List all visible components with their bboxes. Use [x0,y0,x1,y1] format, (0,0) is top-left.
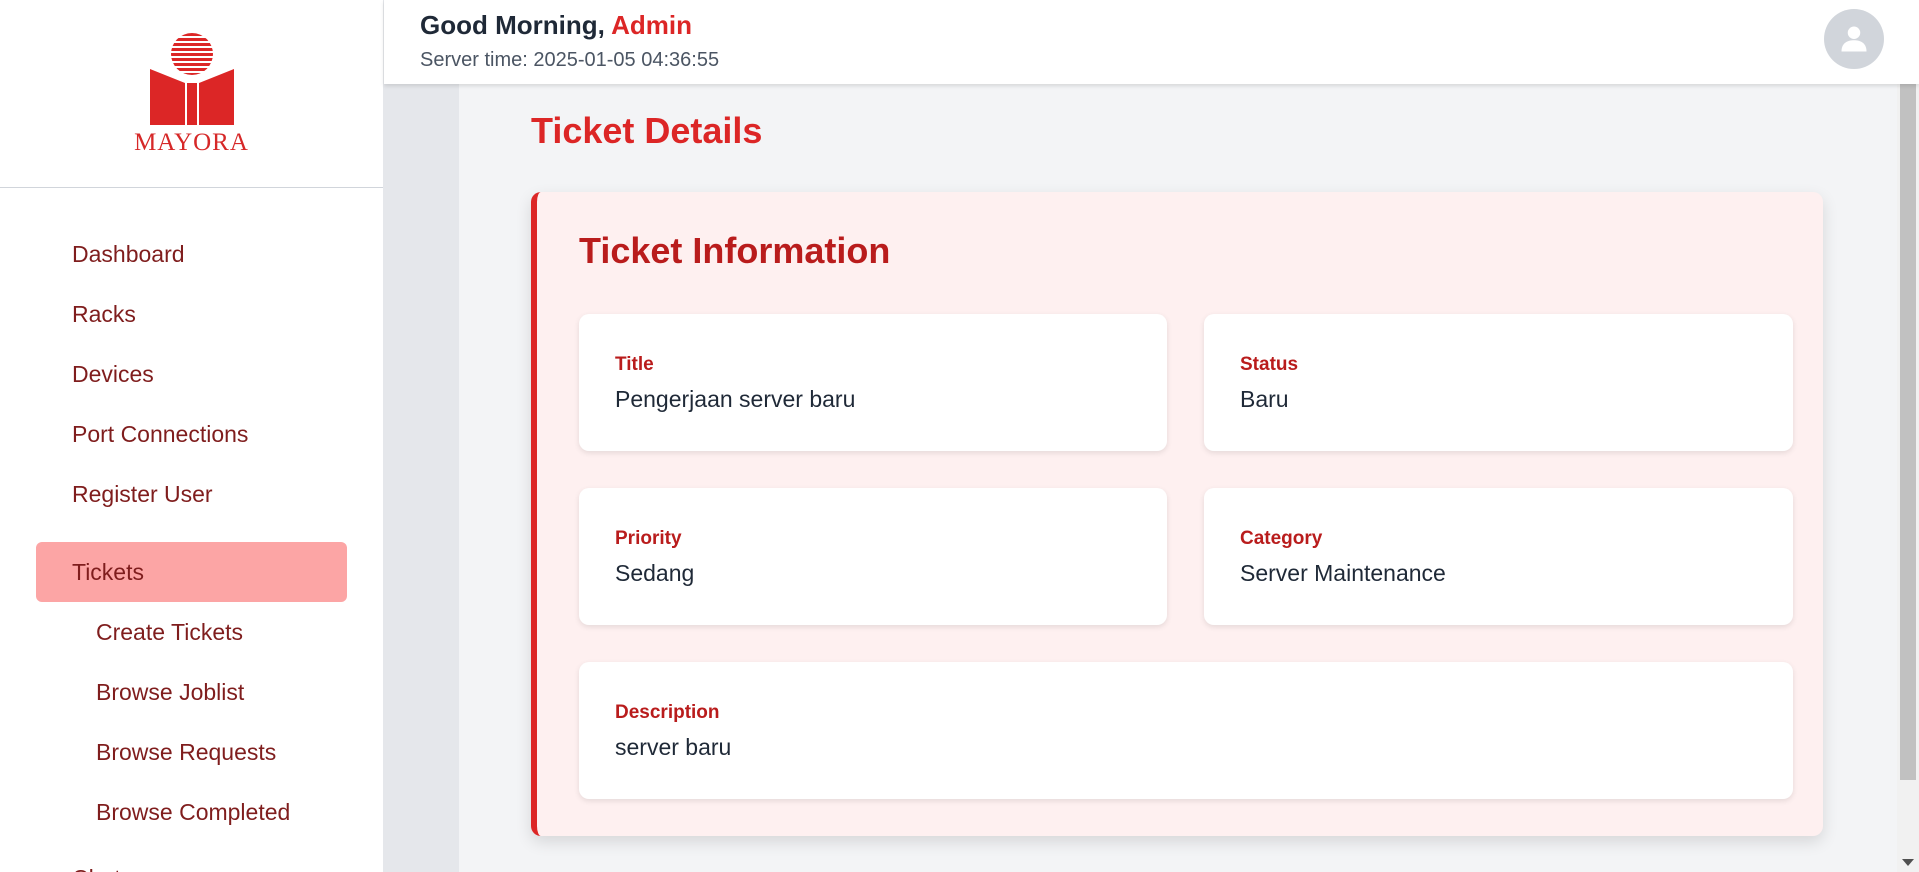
content-gutter [384,84,459,872]
field-description: Description server baru [579,662,1793,799]
field-label: Category [1240,528,1323,549]
field-status: Status Baru [1204,314,1793,451]
field-label: Priority [615,528,682,549]
sidebar-subitem-create-tickets[interactable]: Create Tickets [0,602,383,662]
sidebar-subitem-browse-requests[interactable]: Browse Requests [0,722,383,782]
field-label: Description [615,702,720,723]
sidebar-item-register-user[interactable]: Register User [36,464,347,524]
sidebar-item-chat[interactable]: Chat [36,848,347,872]
field-value: Baru [1240,386,1289,412]
sidebar-subitem-browse-completed[interactable]: Browse Completed [0,782,383,842]
field-title: Title Pengerjaan server baru [579,314,1167,451]
sidebar-item-racks[interactable]: Racks [36,284,347,344]
scroll-down-arrow-icon[interactable] [1902,859,1914,866]
scrollbar-thumb[interactable] [1900,84,1916,780]
user-name: Admin [611,10,692,40]
sidebar: MAYORA Dashboard Racks Devices Port Conn… [0,0,384,872]
field-value: server baru [615,734,732,760]
greeting: Good Morning, Admin [420,10,692,41]
sidebar-item-devices[interactable]: Devices [36,344,347,404]
field-value: Pengerjaan server baru [615,386,856,412]
logo[interactable]: MAYORA [0,0,383,188]
field-label: Title [615,354,654,375]
field-label: Status [1240,354,1299,375]
server-time: Server time: 2025-01-05 04:36:55 [420,49,720,71]
mayora-logo-icon [149,32,234,125]
sidebar-item-dashboard[interactable]: Dashboard [36,224,347,284]
sidebar-subitem-browse-joblist[interactable]: Browse Joblist [0,662,383,722]
sidebar-item-port-connections[interactable]: Port Connections [36,404,347,464]
user-icon [1841,26,1867,52]
top-header: Good Morning, Admin Server time: 2025-01… [384,0,1919,84]
page-title: Ticket Details [531,110,763,151]
field-value: Sedang [615,560,695,586]
card-title: Ticket Information [579,230,891,271]
avatar[interactable] [1824,9,1884,69]
greeting-text: Good Morning, [420,10,605,40]
field-value: Server Maintenance [1240,560,1446,586]
field-priority: Priority Sedang [579,488,1167,625]
sidebar-item-tickets[interactable]: Tickets [36,542,347,602]
ticket-information-card: Ticket Information Title Pengerjaan serv… [531,192,1823,836]
sidebar-nav: Dashboard Racks Devices Port Connections… [0,188,383,872]
vertical-scrollbar[interactable] [1897,84,1919,872]
field-category: Category Server Maintenance [1204,488,1793,625]
logo-text: MAYORA [134,128,249,156]
